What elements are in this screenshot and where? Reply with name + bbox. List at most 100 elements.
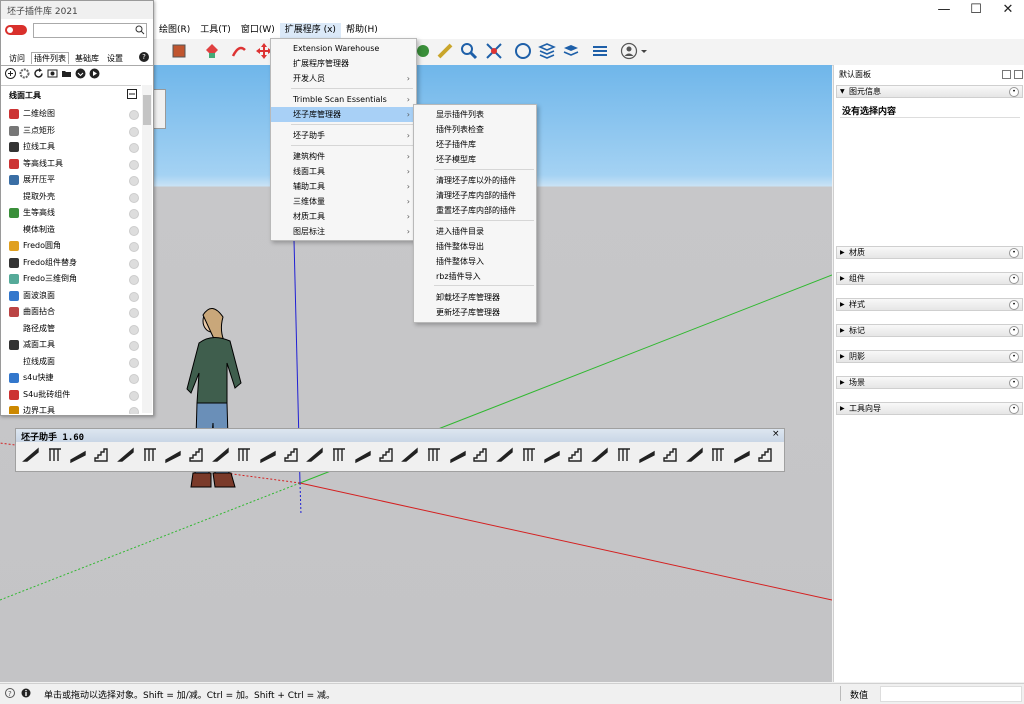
- list-item[interactable]: Fredo圆角: [7, 238, 139, 254]
- 3d-warehouse-icon[interactable]: [514, 42, 532, 60]
- panel-options-icon[interactable]: •: [1009, 326, 1019, 336]
- enabled-check-icon[interactable]: [129, 126, 139, 137]
- line-icon[interactable]: [306, 446, 324, 464]
- maximize-button[interactable]: ☐: [960, 0, 992, 22]
- measurements-input[interactable]: [880, 686, 1022, 702]
- enabled-check-icon[interactable]: [129, 390, 139, 401]
- dome-icon[interactable]: [449, 446, 467, 464]
- cube-icon[interactable]: [401, 446, 419, 464]
- add-icon[interactable]: [5, 68, 16, 79]
- camera-icon[interactable]: [733, 446, 751, 464]
- menu-item[interactable]: 材质工具 ›: [271, 209, 416, 224]
- menu-item[interactable]: 坯子助手 ›: [271, 128, 416, 143]
- submenu-item[interactable]: 坯子插件库: [414, 137, 536, 152]
- submenu-item[interactable]: 更新坯子库管理器: [414, 305, 536, 320]
- list-item[interactable]: 曲面拈合: [7, 304, 139, 320]
- menu-item[interactable]: 辅助工具 ›: [271, 179, 416, 194]
- list-item[interactable]: 提取外壳: [7, 189, 139, 205]
- submenu-item[interactable]: 进入插件目录: [414, 224, 536, 239]
- menu-tools[interactable]: 工具(T): [195, 23, 236, 38]
- download-icon[interactable]: [75, 68, 86, 79]
- enabled-check-icon[interactable]: [129, 275, 139, 285]
- wave-icon[interactable]: [496, 446, 514, 464]
- panel-options-icon[interactable]: •: [1009, 274, 1019, 284]
- list-item[interactable]: s4u快捷: [7, 370, 139, 386]
- submenu-item[interactable]: 重置坯子库内部的插件: [414, 203, 536, 218]
- tab-settings[interactable]: 设置: [107, 53, 123, 64]
- menu-item[interactable]: 扩展程序管理器: [271, 56, 416, 71]
- toggle-switch[interactable]: [5, 25, 27, 35]
- list-item[interactable]: 二维绘图: [7, 106, 139, 122]
- enabled-check-icon[interactable]: [129, 308, 139, 318]
- close-button[interactable]: ✕: [992, 0, 1024, 22]
- submenu-item[interactable]: 插件整体导出: [414, 239, 536, 254]
- loop-icon[interactable]: [235, 446, 253, 464]
- knot-icon[interactable]: [259, 446, 277, 464]
- minimize-button[interactable]: —: [928, 0, 960, 22]
- enabled-check-icon[interactable]: [129, 407, 139, 414]
- submenu-item[interactable]: 插件整体导入: [414, 254, 536, 269]
- tab-plugin-list[interactable]: 插件列表: [31, 52, 69, 64]
- column-icon[interactable]: [46, 446, 64, 464]
- extension-manager-icon[interactable]: [591, 42, 609, 60]
- frame-icon[interactable]: [211, 446, 230, 464]
- menu-draw[interactable]: 绘图(R): [154, 23, 195, 38]
- search-input[interactable]: [33, 23, 147, 38]
- tray-pin-icon[interactable]: [1002, 70, 1011, 79]
- menu-item[interactable]: 开发人员 ›: [271, 71, 416, 86]
- list-item[interactable]: 等高线工具: [7, 156, 139, 172]
- enabled-check-icon[interactable]: [129, 143, 139, 153]
- railing-icon[interactable]: [590, 446, 609, 464]
- list-item[interactable]: 面波浪面: [7, 288, 139, 304]
- explode-icon[interactable]: [330, 446, 348, 464]
- enabled-check-icon[interactable]: [129, 374, 139, 384]
- panel-options-icon[interactable]: •: [1009, 378, 1019, 388]
- panel-options-icon[interactable]: •: [1009, 352, 1019, 362]
- list-item[interactable]: 拉线成面: [7, 354, 139, 370]
- stair-icon[interactable]: [22, 446, 40, 464]
- submenu-item[interactable]: rbz插件导入: [414, 269, 536, 284]
- extension-warehouse-icon[interactable]: [538, 42, 556, 60]
- ramp-icon[interactable]: [69, 446, 87, 464]
- info-icon[interactable]: [21, 688, 31, 698]
- slope-icon[interactable]: [543, 446, 561, 464]
- list-item[interactable]: 减面工具: [7, 337, 139, 353]
- paint-bucket-icon[interactable]: [170, 42, 188, 60]
- scrollbar[interactable]: [142, 85, 152, 413]
- enabled-check-icon[interactable]: [129, 258, 139, 269]
- chevron-down-icon[interactable]: [640, 42, 648, 60]
- submenu-item[interactable]: 坯子模型库: [414, 152, 536, 167]
- menu-item[interactable]: Trimble Scan Essentials ›: [271, 92, 416, 107]
- zoom-icon[interactable]: [460, 42, 478, 60]
- folder-icon[interactable]: [61, 68, 72, 79]
- gear-icon[interactable]: [757, 446, 775, 464]
- toolbar-close-icon[interactable]: ×: [772, 429, 780, 439]
- submenu-item[interactable]: 清理坯子库内部的插件: [414, 188, 536, 203]
- enabled-check-icon[interactable]: [129, 291, 139, 302]
- enabled-check-icon[interactable]: [129, 192, 139, 203]
- list-item[interactable]: 边界工具: [7, 403, 139, 414]
- box-icon[interactable]: [378, 446, 396, 464]
- matrix-icon[interactable]: [638, 446, 656, 464]
- tab-base-library[interactable]: 基础库: [75, 53, 99, 64]
- menu-item[interactable]: 三维体量 ›: [271, 194, 416, 209]
- brush-icon[interactable]: [709, 446, 727, 464]
- panel-options-icon[interactable]: •: [1009, 248, 1019, 258]
- search-icon[interactable]: [135, 25, 145, 35]
- enabled-check-icon[interactable]: [129, 324, 139, 335]
- wall-icon[interactable]: [283, 446, 301, 464]
- enabled-check-icon[interactable]: [129, 225, 139, 236]
- submenu-item[interactable]: 卸载坯子库管理器: [414, 290, 536, 305]
- play-icon[interactable]: [89, 68, 100, 79]
- dots-icon[interactable]: [472, 446, 490, 464]
- beam-icon[interactable]: [141, 446, 159, 464]
- account-icon[interactable]: [620, 42, 638, 60]
- enabled-check-icon[interactable]: [129, 110, 139, 120]
- tray-close-icon[interactable]: [1014, 70, 1023, 79]
- tray-panel-header[interactable]: ▶ 工具向导 •: [836, 402, 1023, 415]
- collapse-icon[interactable]: [127, 89, 137, 99]
- layers-icon[interactable]: [562, 42, 580, 60]
- enabled-check-icon[interactable]: [129, 242, 139, 252]
- tape-measure-icon[interactable]: [436, 42, 454, 60]
- list-item[interactable]: 生等高线: [7, 205, 139, 221]
